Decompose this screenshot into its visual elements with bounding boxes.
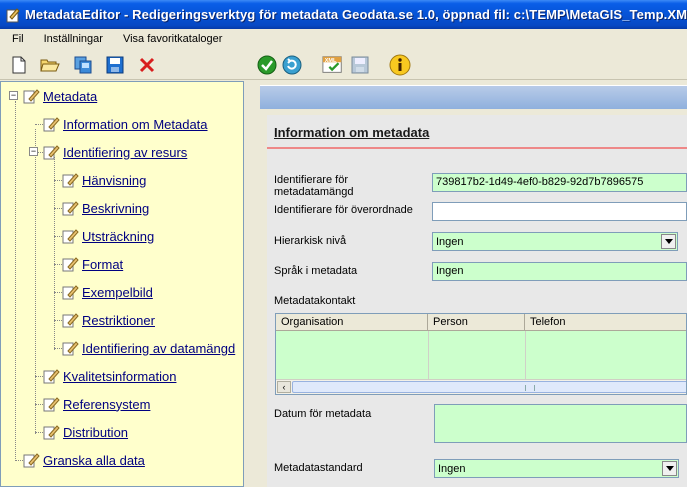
tree-label: Metadata (43, 88, 98, 104)
document-icon (42, 144, 60, 161)
document-icon (42, 396, 60, 413)
tree-item-format[interactable]: Format (61, 255, 123, 273)
pane-splitter[interactable] (244, 81, 260, 487)
save-disabled-icon (349, 54, 371, 76)
xml-check-icon[interactable]: XML (322, 54, 344, 76)
tree-label: Restriktioner (82, 312, 155, 328)
document-icon (42, 368, 60, 385)
tree-label: Information om Metadata (63, 116, 208, 132)
language-field[interactable]: Ingen (432, 262, 687, 281)
horizontal-scrollbar[interactable]: ‹ (276, 379, 686, 394)
identifier-label: Identifierare för metadatamängd (274, 174, 354, 198)
language-label: Språk i metadata (274, 265, 358, 277)
tree-label: Referensystem (63, 396, 151, 412)
document-icon (61, 284, 79, 301)
tree-item-hanvisning[interactable]: Hänvisning (61, 171, 146, 189)
document-icon (61, 172, 79, 189)
date-label: Datum för metadata (274, 408, 372, 420)
standard-label: Metadatastandard (274, 462, 363, 474)
tree-item-utstrackning[interactable]: Utsträckning (61, 227, 154, 245)
collapse-resurs-toggle[interactable]: − (29, 147, 38, 156)
copy-icon[interactable] (72, 54, 94, 76)
tree-label: Exempelbild (82, 284, 153, 300)
title-bar: MetadataEditor - Redigeringsverktyg för … (0, 0, 687, 29)
svg-text:XML: XML (325, 58, 337, 64)
chevron-down-icon[interactable] (661, 234, 676, 249)
tree-item-information[interactable]: Information om Metadata (42, 115, 208, 133)
hierarchy-value: Ingen (436, 236, 464, 248)
identifier-field[interactable]: 739817b2-1d49-4ef0-b829-92d7b7896575 (432, 173, 687, 192)
toolbar: XML (0, 48, 687, 80)
hierarchy-label: Hierarkisk nivå (274, 235, 347, 247)
save-icon[interactable] (104, 54, 126, 76)
tree-item-exempelbild[interactable]: Exempelbild (61, 283, 153, 301)
column-person[interactable]: Person (428, 314, 525, 331)
document-icon (22, 452, 40, 469)
info-icon[interactable] (389, 54, 411, 76)
document-icon (61, 228, 79, 245)
tree-item-referensystem[interactable]: Referensystem (42, 395, 150, 413)
tree-label: Identifiering av resurs (63, 144, 188, 160)
column-telefon[interactable]: Telefon (525, 314, 686, 331)
app-icon (6, 7, 20, 22)
new-document-icon[interactable] (8, 54, 30, 76)
tree-item-distribution[interactable]: Distribution (42, 423, 128, 441)
detail-panel: Information om metadata Identifierare fö… (260, 81, 687, 487)
panel-header-bar (260, 85, 687, 109)
tree-label: Format (82, 256, 124, 272)
scroll-thumb[interactable] (292, 381, 686, 393)
document-icon (42, 116, 60, 133)
tree-item-granska[interactable]: Granska alla data (22, 451, 145, 469)
menu-bar: Fil Inställningar Visa favoritkataloger (0, 29, 687, 48)
tree-label: Hänvisning (82, 172, 147, 188)
scroll-left-icon[interactable]: ‹ (277, 381, 291, 393)
contact-grid[interactable]: Organisation Person Telefon ‹ (275, 313, 687, 395)
menu-settings[interactable]: Inställningar (32, 33, 111, 45)
column-organisation[interactable]: Organisation (276, 314, 428, 331)
window-title: MetadataEditor - Redigeringsverktyg för … (25, 7, 687, 22)
document-icon (61, 200, 79, 217)
document-icon (61, 312, 79, 329)
tree-label: Distribution (63, 424, 129, 440)
section-divider (267, 147, 687, 149)
form-area: Information om metadata Identifierare fö… (267, 115, 687, 487)
tree-item-identifiering-datamangd[interactable]: Identifiering av datamängd (61, 339, 235, 357)
tree-item-kvalitetsinformation[interactable]: Kvalitetsinformation (42, 367, 176, 385)
menu-favorites[interactable]: Visa favoritkataloger (111, 33, 230, 45)
tree-label: Kvalitetsinformation (63, 368, 177, 384)
chevron-down-icon[interactable] (662, 461, 677, 476)
standard-select[interactable]: Ingen (434, 459, 679, 478)
tree-label: Beskrivning (82, 200, 150, 216)
parent-identifier-label: Identifierare för överordnade (274, 204, 413, 216)
tree-label: Utsträckning (82, 228, 155, 244)
document-icon (61, 340, 79, 357)
section-title: Information om metadata (274, 125, 430, 140)
contact-label: Metadatakontakt (274, 295, 356, 307)
document-icon (61, 256, 79, 273)
hierarchy-select[interactable]: Ingen (432, 232, 678, 251)
delete-icon[interactable] (136, 54, 158, 76)
tree-label: Granska alla data (43, 452, 145, 468)
metadata-tree: − − Metadata Information om Metadata Ide… (0, 81, 244, 487)
standard-value: Ingen (438, 463, 466, 475)
contact-grid-header: Organisation Person Telefon (276, 314, 686, 331)
tree-item-metadata[interactable]: Metadata (22, 87, 97, 105)
document-icon (42, 424, 60, 441)
date-field[interactable] (434, 404, 687, 443)
open-folder-icon[interactable] (39, 54, 61, 76)
refresh-icon[interactable] (281, 54, 303, 76)
document-icon (22, 88, 40, 105)
tree-item-beskrivning[interactable]: Beskrivning (61, 199, 149, 217)
menu-file[interactable]: Fil (0, 33, 32, 45)
parent-identifier-field[interactable] (432, 202, 687, 221)
tree-item-restriktioner[interactable]: Restriktioner (61, 311, 155, 329)
collapse-metadata-toggle[interactable]: − (9, 91, 18, 100)
validate-icon[interactable] (256, 54, 278, 76)
tree-item-identifiering-resurs[interactable]: Identifiering av resurs (42, 143, 187, 161)
tree-label: Identifiering av datamängd (82, 340, 236, 356)
